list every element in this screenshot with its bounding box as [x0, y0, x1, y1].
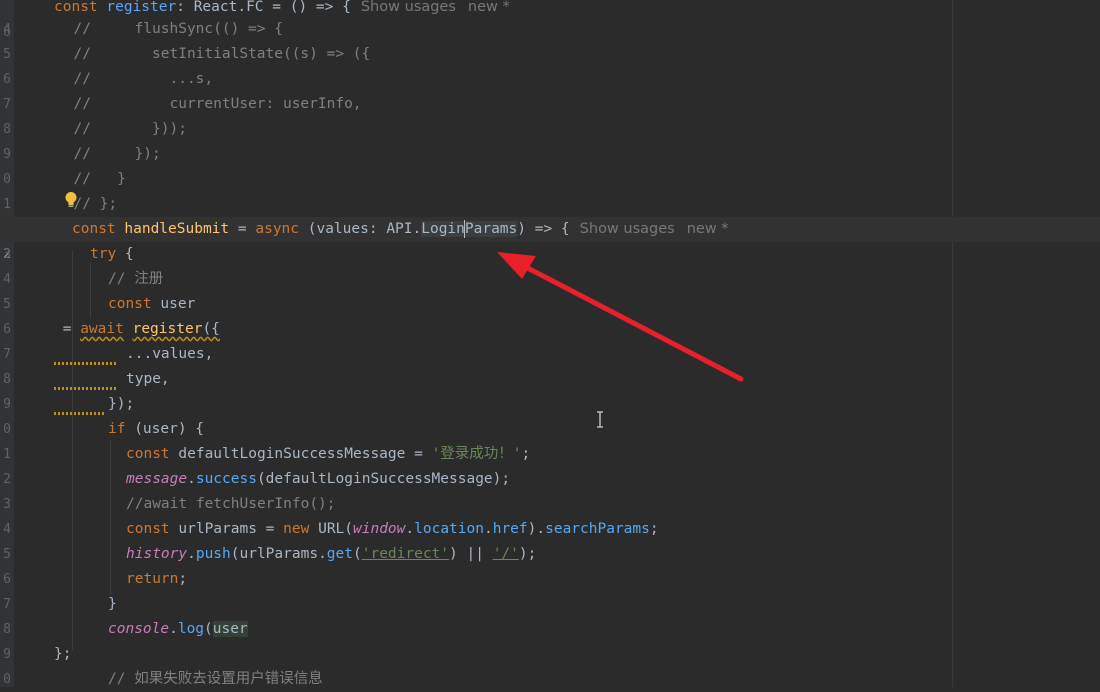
warning-underline [54, 412, 104, 415]
code-line[interactable]: 7 // currentUser: userInfo, [0, 92, 1100, 117]
line-number: 5 [3, 547, 11, 562]
code-line[interactable]: 5 const user [0, 292, 1100, 317]
code-line[interactable]: 7} [0, 592, 1100, 617]
new-hint: new * [686, 221, 729, 237]
code-line[interactable]: 6 return; [0, 567, 1100, 592]
line-number: 5 [3, 47, 11, 62]
line-number: 0 [3, 422, 11, 437]
warning-underline [54, 362, 116, 365]
line-number: 0 [3, 672, 11, 687]
line-number: 6 [3, 322, 11, 337]
code-line[interactable]: 8 type, [0, 367, 1100, 392]
code-line[interactable]: 0// 如果失败去设置用户错误信息 [0, 667, 1100, 692]
code-line[interactable]: 8 console.log(user [0, 617, 1100, 642]
line-number: 6 [3, 72, 11, 87]
code-line[interactable]: 1 // }; [0, 192, 1100, 217]
line-number: 7 [3, 597, 11, 612]
code-line[interactable]: 9}; [0, 642, 1100, 667]
code-line[interactable]: 2 message.success(defaultLoginSuccessMess… [0, 467, 1100, 492]
line-number: 1 [3, 447, 11, 462]
line-number: 9 [3, 397, 11, 412]
line-number: 8 [3, 122, 11, 137]
code-line[interactable]: 3//await fetchUserInfo(); [0, 492, 1100, 517]
line-number: 9 [3, 147, 11, 162]
code-line[interactable]: 1 const defaultLoginSuccessMessage = '登录成… [0, 442, 1100, 467]
ibeam-cursor-icon [597, 411, 603, 428]
line-number: 8 [3, 622, 11, 637]
line-number: 2 [3, 472, 11, 487]
code-line[interactable]: 3 try { [0, 242, 1100, 267]
code-line[interactable]: 7 ...values, [0, 342, 1100, 367]
warning-underline [54, 387, 116, 390]
code-line[interactable]: 4 // flushSync(() => { [0, 17, 1100, 42]
line-number: 0 [3, 172, 11, 187]
code-line[interactable]: 4// 注册 [0, 267, 1100, 292]
code-line[interactable]: 8 // })); [0, 117, 1100, 142]
code-line[interactable]: 4 const urlParams = new URL(window.locati… [0, 517, 1100, 542]
code-line[interactable]: 6 // ...s, [0, 67, 1100, 92]
lightbulb-icon[interactable] [64, 191, 78, 209]
line-number: 8 [3, 372, 11, 387]
line-number: 5 [3, 297, 11, 312]
code-line[interactable]: 6 = await register({ [0, 317, 1100, 342]
line-number: 6 [3, 572, 11, 587]
code-line-current[interactable]: 2 const handleSubmit = async (values: AP… [0, 217, 1100, 262]
line-number: 4 [3, 272, 11, 287]
line-number: 4 [3, 522, 11, 537]
line-number: 7 [3, 347, 11, 362]
code-line[interactable]: 5 // setInitialState((s) => ({ [0, 42, 1100, 67]
code-line[interactable]: 0 if (user) { [0, 417, 1100, 442]
code-line[interactable]: 9 // }); [0, 142, 1100, 167]
show-usages-hint[interactable]: Show usages [361, 0, 456, 15]
code-line[interactable]: 9}); [0, 392, 1100, 417]
show-usages-hint[interactable]: Show usages [580, 221, 675, 237]
line-number: 3 [3, 247, 11, 262]
code-line[interactable]: 0 // } [0, 167, 1100, 192]
line-number: 9 [3, 647, 11, 662]
new-hint: new * [467, 0, 510, 15]
line-number: 3 [3, 497, 11, 512]
code-line[interactable]: 5 history.push(urlParams.get('redirect') … [0, 542, 1100, 567]
line-number: 1 [3, 197, 11, 212]
line-number: 4 [3, 22, 11, 37]
line-number: 7 [3, 97, 11, 112]
